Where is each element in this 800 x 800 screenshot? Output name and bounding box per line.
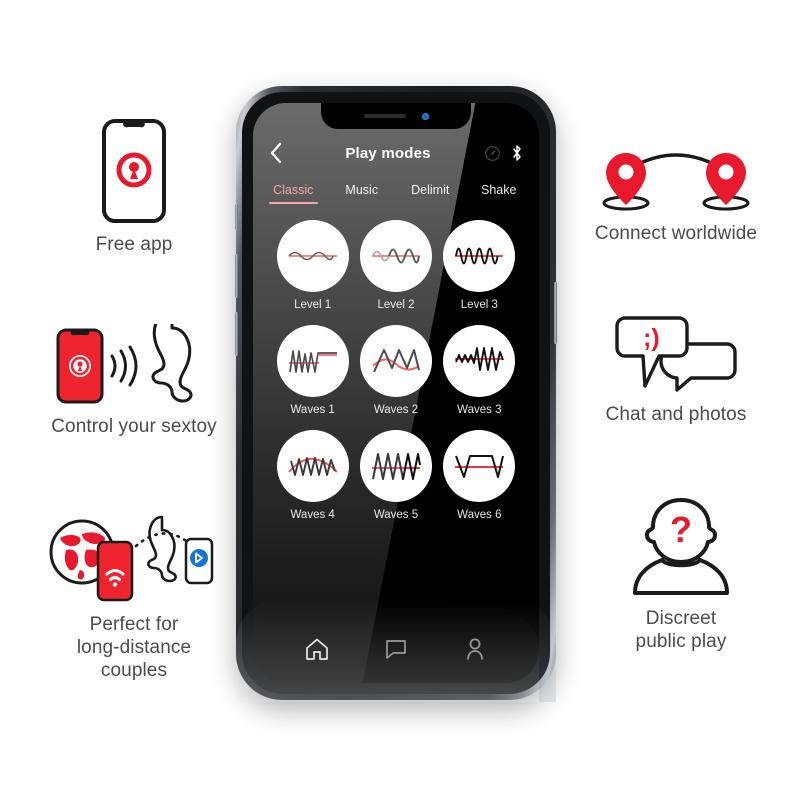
sine-high-icon xyxy=(455,247,504,265)
feature-control-sextoy: Control your sextoy xyxy=(14,324,254,439)
mode-label: Level 3 xyxy=(460,299,498,311)
feature-caption: Free app xyxy=(95,234,173,255)
wave-disc xyxy=(276,220,349,292)
chevron-left-icon xyxy=(270,142,282,164)
header-status-icons xyxy=(473,144,523,162)
volume-down-button[interactable] xyxy=(235,312,238,356)
feature-caption: Connect worldwide xyxy=(594,223,758,244)
front-camera xyxy=(421,112,429,120)
caption-line: Perfect for xyxy=(89,614,179,635)
bluetooth-icon[interactable] xyxy=(511,144,523,162)
feature-caption: Chat and photos xyxy=(605,404,747,425)
battery-gauge-icon[interactable] xyxy=(484,145,501,162)
phone-toy-signal-icon xyxy=(54,324,214,406)
play-modes-grid: Level 1 Level 2 Level 3 Waves 1 Waves 2 … xyxy=(253,204,539,521)
wave-disc xyxy=(359,430,432,502)
wave-disc xyxy=(276,325,349,397)
wave-disc xyxy=(359,220,432,292)
wave-disc xyxy=(443,220,516,292)
globe-phone-toy-bluetooth-icon xyxy=(46,512,222,604)
wave-disc xyxy=(443,430,516,502)
phone-bezel: Play modes Classic Music Delimit Shake L… xyxy=(242,92,550,694)
page-title: Play modes xyxy=(345,144,431,162)
home-icon xyxy=(305,638,328,660)
speech-bubbles-icon: ;) xyxy=(613,314,739,394)
wave-disc xyxy=(359,325,432,397)
mode-label: Waves 2 xyxy=(373,404,419,416)
tab-delimit[interactable]: Delimit xyxy=(396,183,465,204)
mode-card[interactable]: Waves 5 xyxy=(354,430,437,521)
mode-card[interactable]: Level 3 xyxy=(438,220,521,311)
app-screen: Play modes Classic Music Delimit Shake L… xyxy=(253,103,539,683)
question-mark: ? xyxy=(670,509,692,550)
caption-line: couples xyxy=(100,659,168,681)
mode-label: Waves 4 xyxy=(290,509,335,521)
feature-long-distance: Perfect for long-distance couples xyxy=(24,512,244,682)
mode-card[interactable]: Waves 2 xyxy=(354,325,437,416)
promo-canvas: Free app Control your sextoy Perfect for… xyxy=(0,0,800,800)
feature-caption: Perfect for long-distance couples xyxy=(77,614,191,682)
feature-chat-photos: ;) Chat and photos xyxy=(586,314,766,427)
zigzag-arc-icon xyxy=(287,457,338,476)
caption-line: public play xyxy=(635,630,727,652)
back-button[interactable] xyxy=(269,142,303,164)
mode-card[interactable]: Waves 6 xyxy=(438,430,521,521)
mode-card[interactable]: Waves 4 xyxy=(271,430,354,521)
profile-icon xyxy=(467,638,484,660)
map-pins-arc-icon xyxy=(596,145,756,213)
anonymous-person-icon: ? xyxy=(621,494,741,598)
mode-label: Level 2 xyxy=(377,299,415,311)
mute-switch[interactable] xyxy=(235,204,238,230)
tab-classic[interactable]: Classic xyxy=(259,183,328,204)
mode-card[interactable]: Waves 3 xyxy=(438,325,521,416)
v-peaks-icon xyxy=(372,349,420,373)
phone-screen: Play modes Classic Music Delimit Shake L… xyxy=(253,103,539,683)
mode-card[interactable]: Level 1 xyxy=(271,220,354,311)
caption-line: long-distance xyxy=(76,636,192,658)
phone-app-icon xyxy=(101,118,167,224)
nav-profile-button[interactable] xyxy=(462,636,488,667)
trapezoid-pulse-icon xyxy=(455,455,505,478)
mode-tabs: Classic Music Delimit Shake xyxy=(253,183,539,204)
bottom-nav xyxy=(253,636,539,667)
feature-caption: Discreet public play xyxy=(636,608,727,654)
tab-shake[interactable]: Shake xyxy=(465,183,534,204)
mode-label: Waves 5 xyxy=(373,509,419,521)
sine-low-icon xyxy=(288,251,337,261)
phone-mockup: Play modes Classic Music Delimit Shake L… xyxy=(235,86,557,700)
zigzag-step-icon xyxy=(288,350,337,373)
wave-disc xyxy=(443,325,516,397)
small-then-spikes-icon xyxy=(455,347,505,371)
sine-mid-icon xyxy=(371,248,420,264)
tab-music[interactable]: Music xyxy=(328,183,397,204)
mode-card[interactable]: Waves 1 xyxy=(271,325,354,416)
feature-discreet-play: ? Discreet public play xyxy=(596,494,766,654)
mode-label: Waves 1 xyxy=(290,404,335,416)
power-button[interactable] xyxy=(554,282,557,344)
emoticon: ;) xyxy=(643,324,660,352)
feature-free-app: Free app xyxy=(34,118,234,257)
wave-disc xyxy=(276,430,349,502)
nav-chat-button[interactable] xyxy=(383,636,409,667)
mode-label: Waves 3 xyxy=(457,404,502,416)
mode-label: Level 1 xyxy=(294,299,332,311)
sawtooth-icon xyxy=(371,453,421,480)
earpiece-speaker xyxy=(363,114,406,118)
chat-icon xyxy=(386,640,406,659)
mode-card[interactable]: Level 2 xyxy=(354,220,437,311)
mode-label: Waves 6 xyxy=(457,509,502,521)
feature-caption: Control your sextoy xyxy=(51,416,217,437)
phone-notch xyxy=(321,103,471,129)
nav-home-button[interactable] xyxy=(304,636,330,667)
caption-line: Discreet xyxy=(645,608,717,629)
volume-up-button[interactable] xyxy=(235,254,238,298)
feature-connect-worldwide: Connect worldwide xyxy=(566,145,786,246)
